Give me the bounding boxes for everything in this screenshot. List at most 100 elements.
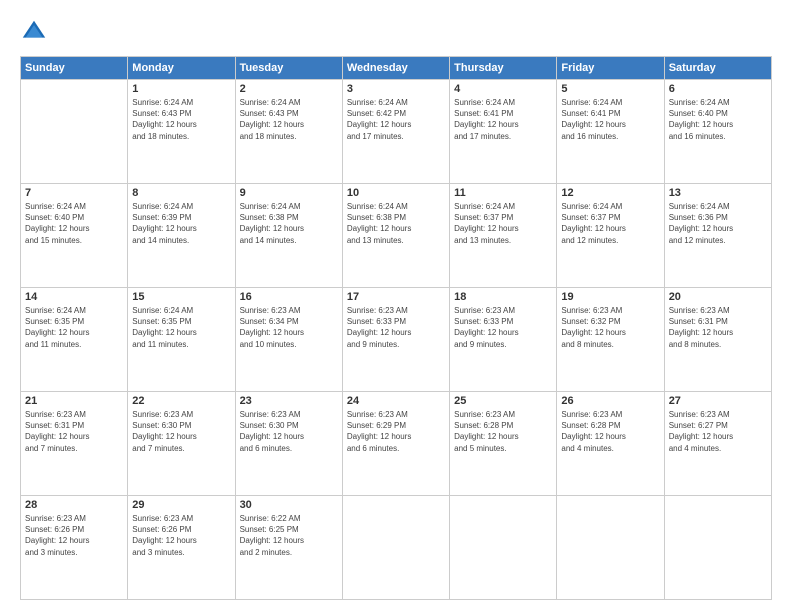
day-number: 16 xyxy=(240,291,338,303)
day-info: Sunrise: 6:23 AM Sunset: 6:31 PM Dayligh… xyxy=(669,305,767,350)
day-info: Sunrise: 6:24 AM Sunset: 6:41 PM Dayligh… xyxy=(561,97,659,142)
day-cell: 11 Sunrise: 6:24 AM Sunset: 6:37 PM Dayli… xyxy=(450,184,557,288)
day-info: Sunrise: 6:23 AM Sunset: 6:33 PM Dayligh… xyxy=(454,305,552,350)
day-cell: 14Sunrise: 6:24 AM Sunset: 6:35 PM Dayli… xyxy=(21,288,128,392)
day-cell: 9Sunrise: 6:24 AM Sunset: 6:38 PM Daylig… xyxy=(235,184,342,288)
day-info: Sunrise: 6:24 AM Sunset: 6:39 PM Dayligh… xyxy=(132,201,230,246)
weekday-thursday: Thursday xyxy=(450,57,557,80)
day-cell: 2Sunrise: 6:24 AM Sunset: 6:43 PM Daylig… xyxy=(235,80,342,184)
day-cell: 30 Sunrise: 6:22 AM Sunset: 6:25 PM Dayli… xyxy=(235,496,342,600)
calendar-table: SundayMondayTuesdayWednesdayThursdayFrid… xyxy=(20,56,772,600)
day-number: 26 xyxy=(561,395,659,407)
day-info: Sunrise: 6:22 AM Sunset: 6:25 PM Dayligh… xyxy=(240,513,338,558)
day-number: 21 xyxy=(25,395,123,407)
day-info: Sunrise: 6:23 AM Sunset: 6:26 PM Dayligh… xyxy=(25,513,123,558)
logo xyxy=(20,18,52,46)
day-cell: 12Sunrise: 6:24 AM Sunset: 6:37 PM Dayli… xyxy=(557,184,664,288)
day-info: Sunrise: 6:23 AM Sunset: 6:30 PM Dayligh… xyxy=(132,409,230,454)
day-cell: 22 Sunrise: 6:23 AM Sunset: 6:30 PM Dayli… xyxy=(128,392,235,496)
day-number: 10 xyxy=(347,187,445,199)
page: SundayMondayTuesdayWednesdayThursdayFrid… xyxy=(0,0,792,612)
day-number: 29 xyxy=(132,499,230,511)
day-cell: 19 Sunrise: 6:23 AM Sunset: 6:32 PM Dayli… xyxy=(557,288,664,392)
week-row-4: 21 Sunrise: 6:23 AM Sunset: 6:31 PM Dayli… xyxy=(21,392,772,496)
day-info: Sunrise: 6:23 AM Sunset: 6:31 PM Dayligh… xyxy=(25,409,123,454)
day-number: 8 xyxy=(132,187,230,199)
day-cell xyxy=(450,496,557,600)
day-info: Sunrise: 6:24 AM Sunset: 6:37 PM Dayligh… xyxy=(561,201,659,246)
day-cell: 13 Sunrise: 6:24 AM Sunset: 6:36 PM Dayli… xyxy=(664,184,771,288)
day-cell: 5 Sunrise: 6:24 AM Sunset: 6:41 PM Daylig… xyxy=(557,80,664,184)
day-info: Sunrise: 6:24 AM Sunset: 6:36 PM Dayligh… xyxy=(669,201,767,246)
day-cell: 10 Sunrise: 6:24 AM Sunset: 6:38 PM Dayli… xyxy=(342,184,449,288)
day-number: 6 xyxy=(669,83,767,95)
day-info: Sunrise: 6:24 AM Sunset: 6:42 PM Dayligh… xyxy=(347,97,445,142)
day-cell: 28 Sunrise: 6:23 AM Sunset: 6:26 PM Dayli… xyxy=(21,496,128,600)
day-info: Sunrise: 6:23 AM Sunset: 6:26 PM Dayligh… xyxy=(132,513,230,558)
day-cell: 17 Sunrise: 6:23 AM Sunset: 6:33 PM Dayli… xyxy=(342,288,449,392)
day-info: Sunrise: 6:23 AM Sunset: 6:27 PM Dayligh… xyxy=(669,409,767,454)
logo-icon xyxy=(20,18,48,46)
day-info: Sunrise: 6:24 AM Sunset: 6:37 PM Dayligh… xyxy=(454,201,552,246)
day-info: Sunrise: 6:24 AM Sunset: 6:35 PM Dayligh… xyxy=(132,305,230,350)
day-cell: 3 Sunrise: 6:24 AM Sunset: 6:42 PM Daylig… xyxy=(342,80,449,184)
day-number: 23 xyxy=(240,395,338,407)
day-cell: 29 Sunrise: 6:23 AM Sunset: 6:26 PM Dayli… xyxy=(128,496,235,600)
day-cell: 15Sunrise: 6:24 AM Sunset: 6:35 PM Dayli… xyxy=(128,288,235,392)
day-number: 28 xyxy=(25,499,123,511)
day-info: Sunrise: 6:24 AM Sunset: 6:35 PM Dayligh… xyxy=(25,305,123,350)
day-info: Sunrise: 6:23 AM Sunset: 6:29 PM Dayligh… xyxy=(347,409,445,454)
day-cell: 1 Sunrise: 6:24 AM Sunset: 6:43 PM Daylig… xyxy=(128,80,235,184)
week-row-5: 28 Sunrise: 6:23 AM Sunset: 6:26 PM Dayli… xyxy=(21,496,772,600)
weekday-saturday: Saturday xyxy=(664,57,771,80)
day-info: Sunrise: 6:24 AM Sunset: 6:41 PM Dayligh… xyxy=(454,97,552,142)
day-number: 13 xyxy=(669,187,767,199)
day-number: 22 xyxy=(132,395,230,407)
day-cell: 27 Sunrise: 6:23 AM Sunset: 6:27 PM Dayli… xyxy=(664,392,771,496)
day-cell: 26 Sunrise: 6:23 AM Sunset: 6:28 PM Dayli… xyxy=(557,392,664,496)
day-cell: 8 Sunrise: 6:24 AM Sunset: 6:39 PM Daylig… xyxy=(128,184,235,288)
day-cell: 6 Sunrise: 6:24 AM Sunset: 6:40 PM Daylig… xyxy=(664,80,771,184)
day-info: Sunrise: 6:23 AM Sunset: 6:28 PM Dayligh… xyxy=(454,409,552,454)
day-info: Sunrise: 6:23 AM Sunset: 6:28 PM Dayligh… xyxy=(561,409,659,454)
day-info: Sunrise: 6:23 AM Sunset: 6:30 PM Dayligh… xyxy=(240,409,338,454)
day-number: 18 xyxy=(454,291,552,303)
week-row-3: 14Sunrise: 6:24 AM Sunset: 6:35 PM Dayli… xyxy=(21,288,772,392)
day-number: 7 xyxy=(25,187,123,199)
day-number: 17 xyxy=(347,291,445,303)
day-info: Sunrise: 6:23 AM Sunset: 6:33 PM Dayligh… xyxy=(347,305,445,350)
day-cell xyxy=(557,496,664,600)
week-row-2: 7 Sunrise: 6:24 AM Sunset: 6:40 PM Daylig… xyxy=(21,184,772,288)
day-cell xyxy=(664,496,771,600)
weekday-header-row: SundayMondayTuesdayWednesdayThursdayFrid… xyxy=(21,57,772,80)
week-row-1: 1 Sunrise: 6:24 AM Sunset: 6:43 PM Daylig… xyxy=(21,80,772,184)
day-info: Sunrise: 6:24 AM Sunset: 6:43 PM Dayligh… xyxy=(132,97,230,142)
day-number: 30 xyxy=(240,499,338,511)
day-number: 25 xyxy=(454,395,552,407)
day-cell xyxy=(21,80,128,184)
day-number: 3 xyxy=(347,83,445,95)
day-number: 9 xyxy=(240,187,338,199)
day-cell xyxy=(342,496,449,600)
day-cell: 21 Sunrise: 6:23 AM Sunset: 6:31 PM Dayli… xyxy=(21,392,128,496)
day-number: 5 xyxy=(561,83,659,95)
day-cell: 20 Sunrise: 6:23 AM Sunset: 6:31 PM Dayli… xyxy=(664,288,771,392)
day-number: 1 xyxy=(132,83,230,95)
day-number: 24 xyxy=(347,395,445,407)
day-cell: 18 Sunrise: 6:23 AM Sunset: 6:33 PM Dayli… xyxy=(450,288,557,392)
weekday-wednesday: Wednesday xyxy=(342,57,449,80)
day-cell: 25 Sunrise: 6:23 AM Sunset: 6:28 PM Dayli… xyxy=(450,392,557,496)
day-number: 11 xyxy=(454,187,552,199)
day-info: Sunrise: 6:23 AM Sunset: 6:34 PM Dayligh… xyxy=(240,305,338,350)
weekday-tuesday: Tuesday xyxy=(235,57,342,80)
day-info: Sunrise: 6:24 AM Sunset: 6:38 PM Dayligh… xyxy=(347,201,445,246)
day-number: 4 xyxy=(454,83,552,95)
day-info: Sunrise: 6:23 AM Sunset: 6:32 PM Dayligh… xyxy=(561,305,659,350)
day-number: 20 xyxy=(669,291,767,303)
day-number: 27 xyxy=(669,395,767,407)
day-cell: 7 Sunrise: 6:24 AM Sunset: 6:40 PM Daylig… xyxy=(21,184,128,288)
day-number: 19 xyxy=(561,291,659,303)
day-info: Sunrise: 6:24 AM Sunset: 6:40 PM Dayligh… xyxy=(669,97,767,142)
day-info: Sunrise: 6:24 AM Sunset: 6:40 PM Dayligh… xyxy=(25,201,123,246)
day-cell: 4 Sunrise: 6:24 AM Sunset: 6:41 PM Daylig… xyxy=(450,80,557,184)
